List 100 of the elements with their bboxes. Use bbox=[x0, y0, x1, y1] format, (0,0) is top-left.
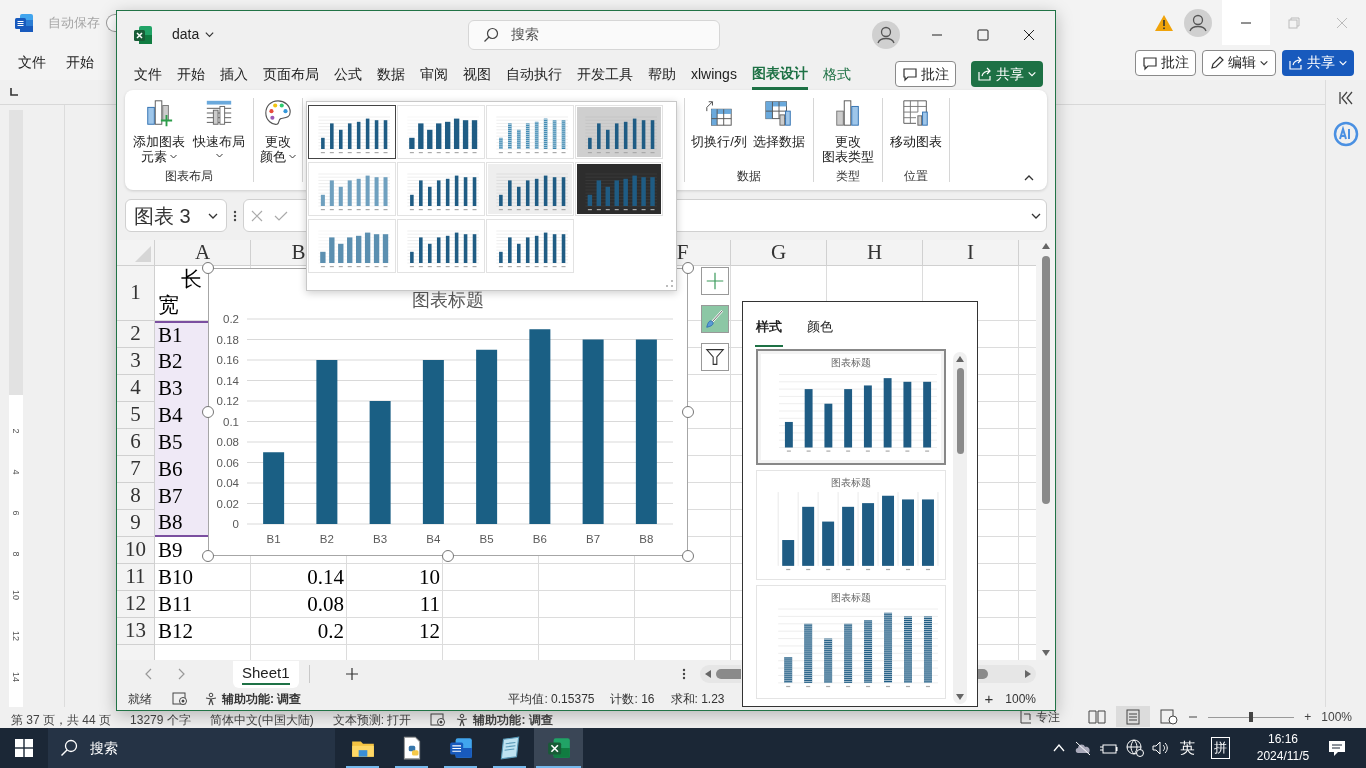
menu-tab[interactable]: 页面布局 bbox=[263, 63, 319, 85]
comment-button[interactable]: 批注 bbox=[895, 61, 956, 87]
ribbon-button[interactable]: 更改 图表类型 bbox=[819, 98, 877, 167]
row-header[interactable]: 10 bbox=[117, 537, 155, 564]
table-cell: 宽 bbox=[158, 292, 179, 318]
row-header[interactable]: 13 bbox=[117, 618, 155, 645]
share-button[interactable]: 共享 bbox=[1282, 49, 1354, 76]
chart-style-thumbnail[interactable]: 图表标题 bbox=[756, 585, 946, 699]
column-header[interactable]: H bbox=[827, 240, 923, 266]
table-cell-text: 0.2 bbox=[316, 618, 345, 645]
table-cell-text: B6 bbox=[158, 455, 183, 483]
menu-tab[interactable]: 视图 bbox=[463, 63, 491, 85]
input-mode-button[interactable]: 拼 bbox=[1211, 737, 1230, 759]
zoom-in-button[interactable]: + bbox=[984, 687, 994, 711]
row-header[interactable]: 7 bbox=[117, 456, 155, 483]
chart-style-thumbnail[interactable]: 图表标题 bbox=[756, 470, 946, 580]
chart-title[interactable]: 图表标题 bbox=[412, 290, 484, 310]
edit-button[interactable]: 编辑 bbox=[1202, 49, 1276, 76]
column-header[interactable]: G bbox=[731, 240, 827, 266]
row-header[interactable]: 1 bbox=[117, 266, 155, 321]
menu-tab[interactable]: 数据 bbox=[377, 63, 405, 85]
ribbon-button[interactable]: 切换行/列 bbox=[690, 98, 748, 167]
document-title-button[interactable]: data bbox=[172, 24, 216, 45]
table-cell-text: B5 bbox=[158, 428, 183, 456]
axis-label: B2 bbox=[319, 533, 334, 545]
table-cell-text: B9 bbox=[158, 536, 183, 564]
ribbon-button[interactable]: 移动图表 bbox=[887, 98, 945, 167]
axis-label: 0.14 bbox=[216, 374, 239, 387]
axis-label: 0.02 bbox=[216, 497, 239, 510]
axis-label: 0.08 bbox=[216, 436, 239, 448]
search-field[interactable]: 搜索 bbox=[468, 19, 720, 50]
status-text: 求和: 1.23 bbox=[670, 691, 725, 708]
axis-label: B7 bbox=[586, 533, 601, 545]
zoom-in-button[interactable]: + bbox=[1304, 709, 1312, 724]
ruler-number: 14 bbox=[11, 671, 21, 684]
status-text: 就绪 bbox=[128, 691, 152, 708]
row-header[interactable]: 8 bbox=[117, 483, 155, 510]
axis-label: B3 bbox=[373, 533, 388, 545]
row-header[interactable]: 9 bbox=[117, 510, 155, 537]
focus-button[interactable]: 专注 bbox=[1019, 709, 1061, 724]
accessibility-status[interactable]: 辅助功能: 调查 bbox=[473, 713, 553, 727]
axis-label: 0.04 bbox=[216, 477, 239, 489]
status-text: 简体中文(中国大陆) bbox=[209, 713, 314, 727]
column-header[interactable]: I bbox=[923, 240, 1019, 266]
pane-tab[interactable]: 颜色 bbox=[806, 309, 834, 347]
menu-tab[interactable]: 审阅 bbox=[420, 63, 448, 85]
axis-label: 0 bbox=[232, 518, 239, 530]
ribbon-button[interactable]: 更改 颜色 bbox=[249, 98, 307, 170]
menu-tab[interactable]: 文件 bbox=[18, 52, 46, 73]
row-header[interactable]: 6 bbox=[117, 429, 155, 456]
table-cell-text: B8 bbox=[158, 508, 183, 536]
thumbnail-title: 图表标题 bbox=[831, 477, 871, 489]
chart-area[interactable]: 图表标题 0 0.02 0.04 0.06 0.08 0.1 0.12 0.14 0.16 0.18 0.2 B1 B2 B3 B4 B5 B6 B7 B8 bbox=[208, 268, 688, 556]
axis-label: B1 bbox=[266, 533, 281, 545]
menu-tab[interactable]: 自动执行 bbox=[506, 63, 562, 85]
zoom-level: 100% bbox=[1005, 691, 1036, 708]
input-language-button[interactable]: 英 bbox=[1178, 736, 1197, 760]
thumbnail-title: 图表标题 bbox=[831, 357, 871, 369]
table-cell-text: B1 bbox=[158, 321, 183, 349]
menu-tab[interactable]: 插入 bbox=[220, 63, 248, 85]
menu-tab[interactable]: 公式 bbox=[334, 63, 362, 85]
table-cell-text: 11 bbox=[418, 591, 441, 618]
clock-button[interactable]: 16:16 2024/11/5 bbox=[1252, 731, 1314, 765]
group-label: 位置 bbox=[904, 168, 928, 185]
menu-tab[interactable]: 开始 bbox=[177, 63, 205, 85]
ribbon-button[interactable]: 选择数据 bbox=[750, 98, 808, 167]
pane-tab[interactable]: 样式 bbox=[755, 309, 783, 347]
zoom-level: 100% bbox=[1321, 709, 1352, 724]
accessibility-status[interactable]: 辅助功能: 调查 bbox=[222, 690, 302, 708]
sheet-tab[interactable]: Sheet1 bbox=[233, 660, 299, 688]
group-label: 类型 bbox=[836, 168, 860, 185]
axis-label: B4 bbox=[426, 533, 441, 545]
row-header[interactable]: 2 bbox=[117, 321, 155, 348]
status-text: 文本预测: 打开 bbox=[332, 713, 412, 727]
menu-tab[interactable]: 文件 bbox=[134, 63, 162, 85]
menu-tab[interactable]: 开发工具 bbox=[577, 63, 633, 85]
share-button[interactable]: 共享 bbox=[971, 61, 1043, 87]
axis-label: B8 bbox=[639, 533, 654, 545]
row-header[interactable]: 3 bbox=[117, 348, 155, 375]
ribbon-button[interactable]: 添加图表 元素 bbox=[130, 98, 188, 167]
menu-tab[interactable]: xlwings bbox=[691, 63, 737, 85]
ruler-number: 12 bbox=[11, 630, 21, 643]
row-header[interactable]: 12 bbox=[117, 591, 155, 618]
row-header[interactable]: 5 bbox=[117, 402, 155, 429]
row-header[interactable]: 11 bbox=[117, 564, 155, 591]
ribbon-button[interactable]: 快速布局 bbox=[190, 98, 248, 167]
chart-style-thumbnail[interactable]: 图表标题 bbox=[756, 349, 946, 465]
comment-button[interactable]: 批注 bbox=[1135, 49, 1196, 76]
menu-tab[interactable]: 格式 bbox=[822, 63, 851, 85]
row-header[interactable]: 4 bbox=[117, 375, 155, 402]
axis-label: 0.1 bbox=[223, 415, 239, 428]
search-field[interactable]: 搜索 bbox=[48, 728, 335, 768]
ruler-number: 6 bbox=[11, 509, 21, 518]
name-box[interactable]: 图表 3 bbox=[125, 199, 227, 232]
menu-tab[interactable]: 帮助 bbox=[648, 63, 676, 85]
column-header[interactable]: A bbox=[155, 240, 251, 266]
axis-label: B6 bbox=[532, 533, 547, 545]
group-label: 数据 bbox=[737, 168, 761, 185]
menu-tab[interactable]: 开始 bbox=[66, 52, 94, 73]
ruler-number: 2 bbox=[11, 427, 21, 436]
